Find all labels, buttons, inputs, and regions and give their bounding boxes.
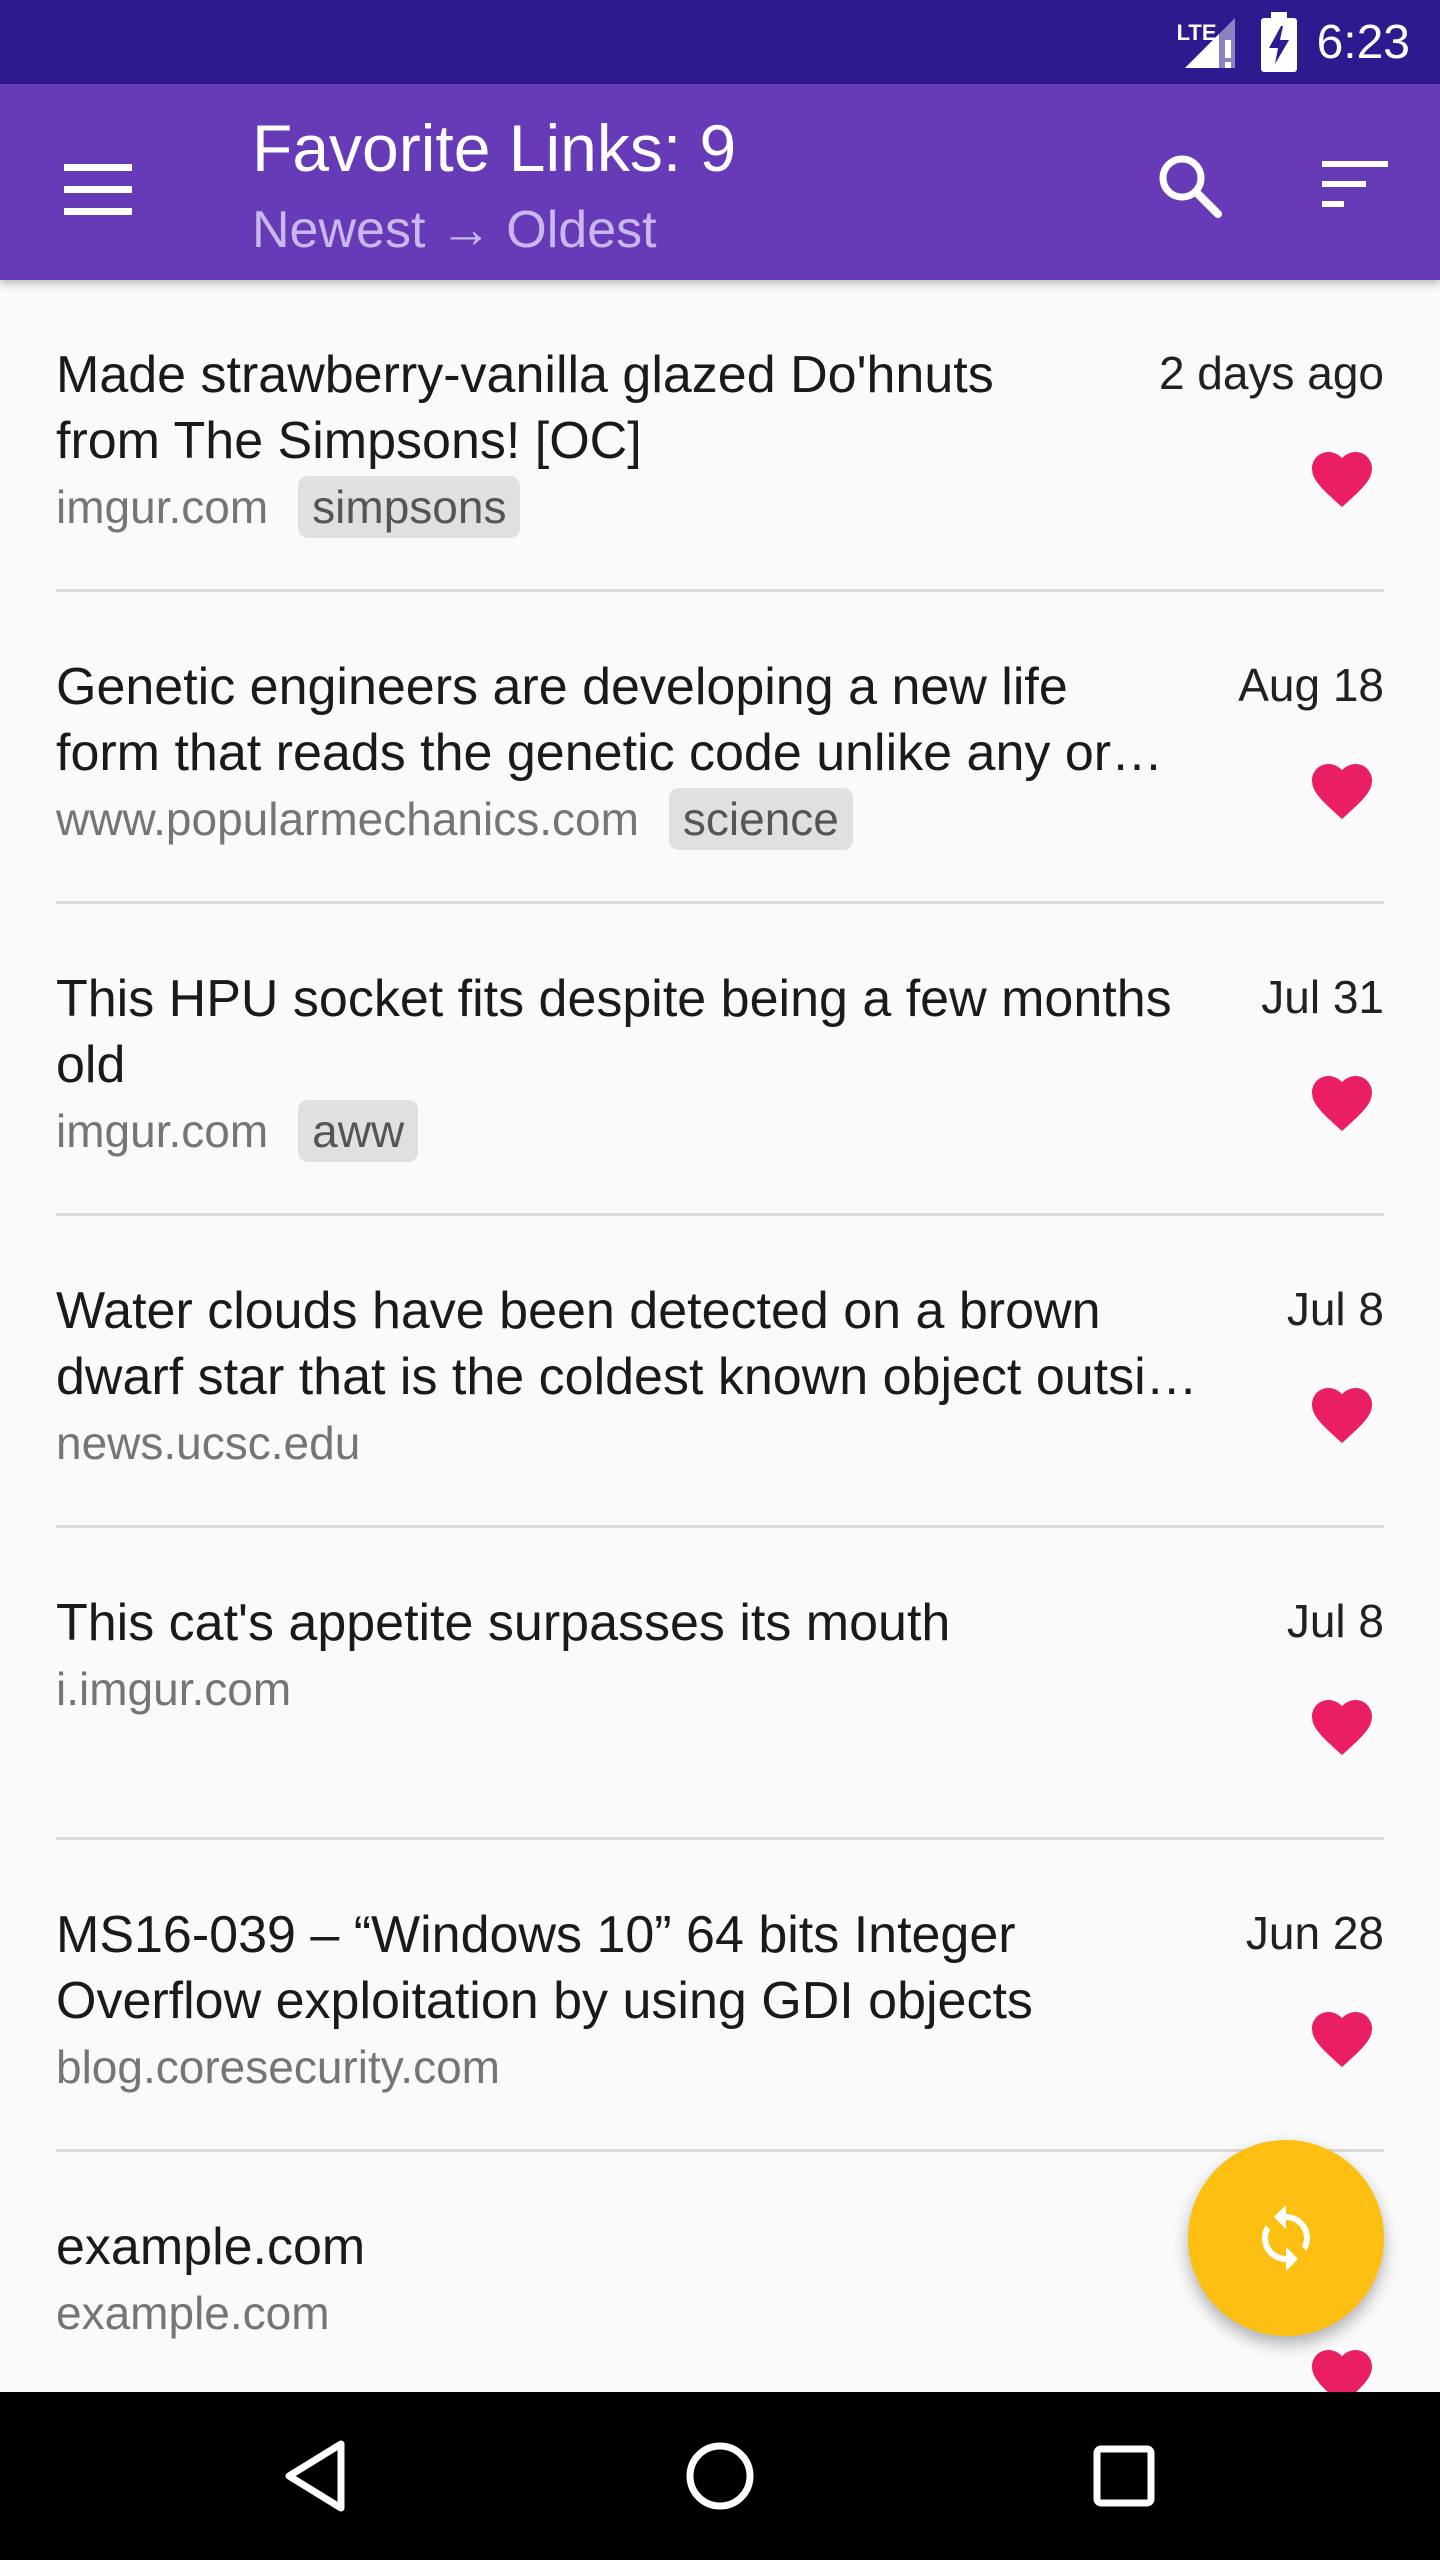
link-date: Aug 18 <box>1238 659 1384 711</box>
link-meta: imgur.com aww <box>56 1098 419 1164</box>
link-title-line: This HPU socket fits despite being a few… <box>56 970 1172 1028</box>
heart-icon <box>1312 1388 1372 1444</box>
heart-icon <box>1312 764 1372 820</box>
sort-icon <box>1322 161 1388 207</box>
link-domain: www.popularmechanics.com <box>56 793 639 845</box>
link-domain: i.imgur.com <box>56 1663 292 1715</box>
sort-order-subtitle: Newest → Oldest <box>252 201 657 259</box>
link-meta: blog.coresecurity.com <box>56 2034 500 2100</box>
link-domain: imgur.com <box>56 1105 269 1157</box>
heart-icon <box>1312 452 1372 508</box>
link-title-line: Made strawberry-vanilla glazed Do'hnuts <box>56 346 994 404</box>
recents-icon <box>1093 2445 1155 2507</box>
home-button[interactable] <box>670 2426 770 2526</box>
link-domain: news.ucsc.edu <box>56 1417 361 1469</box>
status-icons: LTE 6:23 <box>1177 0 1410 84</box>
link-title-line: form that reads the genetic code unlike … <box>56 724 1164 782</box>
link-domain: blog.coresecurity.com <box>56 2041 500 2093</box>
recents-button[interactable] <box>1074 2426 1174 2526</box>
heart-icon <box>1312 2012 1372 2068</box>
list-item[interactable]: Water clouds have been detected on a bro… <box>0 1216 1440 1528</box>
link-title: This cat's appetite surpasses its mouth <box>56 1590 1256 1656</box>
favorite-button[interactable] <box>1296 2328 1388 2392</box>
link-tag[interactable]: aww <box>298 1100 419 1162</box>
link-meta: i.imgur.com <box>56 1656 291 1722</box>
heart-icon <box>1312 1076 1372 1132</box>
signal-icon: LTE <box>1177 10 1241 74</box>
refresh-icon <box>1262 2205 1310 2271</box>
status-time: 6:23 <box>1316 15 1410 69</box>
link-tag[interactable]: science <box>668 788 853 850</box>
link-title-line: Water clouds have been detected on a bro… <box>56 1282 1101 1340</box>
sort-button[interactable] <box>1310 140 1400 230</box>
link-tag[interactable]: simpsons <box>298 476 521 538</box>
link-title-line: Genetic engineers are developing a new l… <box>56 658 1068 716</box>
hamburger-menu-icon <box>64 164 132 215</box>
status-bar: LTE 6:23 <box>0 0 1440 84</box>
favorite-button[interactable] <box>1296 430 1388 522</box>
link-meta: news.ucsc.edu <box>56 1410 360 1476</box>
list-item[interactable]: This HPU socket fits despite being a few… <box>0 904 1440 1216</box>
link-title: This HPU socket fits despite being a few… <box>56 966 1256 1098</box>
battery-icon <box>1259 12 1299 72</box>
menu-button[interactable] <box>56 148 140 232</box>
link-date: Jul 8 <box>1286 1283 1384 1335</box>
link-title-line: example.com <box>56 2218 366 2276</box>
link-title: Water clouds have been detected on a bro… <box>56 1278 1256 1410</box>
favorite-button[interactable] <box>1296 1678 1388 1770</box>
link-date: Jul 31 <box>1261 971 1384 1023</box>
list-item[interactable]: This cat's appetite surpasses its mouth … <box>0 1528 1440 1840</box>
link-date: 2 days ago <box>1158 347 1384 399</box>
link-meta: example.com <box>56 2280 330 2346</box>
back-button[interactable] <box>266 2426 366 2526</box>
search-icon <box>1159 155 1222 218</box>
link-meta: www.popularmechanics.com science <box>56 786 853 852</box>
link-domain: imgur.com <box>56 481 269 533</box>
home-icon <box>686 2442 754 2510</box>
refresh-fab-button[interactable] <box>1188 2140 1384 2336</box>
list-item[interactable]: MS16-039 – “Windows 10” 64 bits Integer … <box>0 1840 1440 2152</box>
link-title-line: Overflow exploitation by using GDI objec… <box>56 1972 1033 2030</box>
list-item[interactable]: Genetic engineers are developing a new l… <box>0 592 1440 904</box>
link-domain: example.com <box>56 2287 330 2339</box>
link-title-line: old <box>56 1036 126 1094</box>
back-icon <box>285 2440 345 2512</box>
link-date: Jun 28 <box>1245 1907 1384 1959</box>
link-title: example.com <box>56 2214 1256 2280</box>
link-date: Jul 8 <box>1286 1595 1384 1647</box>
favorite-button[interactable] <box>1296 742 1388 834</box>
list-item[interactable]: Made strawberry-vanilla glazed Do'hnuts … <box>0 280 1440 592</box>
favorite-button[interactable] <box>1296 1054 1388 1146</box>
link-title: Genetic engineers are developing a new l… <box>56 654 1256 786</box>
link-title: Made strawberry-vanilla glazed Do'hnuts … <box>56 342 1256 474</box>
favorite-button[interactable] <box>1296 1366 1388 1458</box>
link-meta: imgur.com simpsons <box>56 474 521 540</box>
system-nav-bar <box>0 2392 1440 2560</box>
link-title-line: dwarf star that is the coldest known obj… <box>56 1348 1198 1406</box>
link-title-line: from The Simpsons! [OC] <box>56 412 642 470</box>
link-title-line: This cat's appetite surpasses its mouth <box>56 1594 951 1652</box>
favorite-button[interactable] <box>1296 1990 1388 2082</box>
search-button[interactable] <box>1144 140 1234 230</box>
heart-icon <box>1312 1700 1372 1756</box>
screen: LTE 6:23 Favorite Links: 9 Newest → Olde… <box>0 0 1440 2560</box>
heart-icon <box>1312 2350 1372 2392</box>
links-list: Made strawberry-vanilla glazed Do'hnuts … <box>0 280 1440 2392</box>
link-title-line: MS16-039 – “Windows 10” 64 bits Integer <box>56 1906 1016 1964</box>
page-title: Favorite Links: 9 <box>252 111 737 185</box>
link-title: MS16-039 – “Windows 10” 64 bits Integer … <box>56 1902 1256 2034</box>
app-bar: Favorite Links: 9 Newest → Oldest <box>0 84 1440 280</box>
